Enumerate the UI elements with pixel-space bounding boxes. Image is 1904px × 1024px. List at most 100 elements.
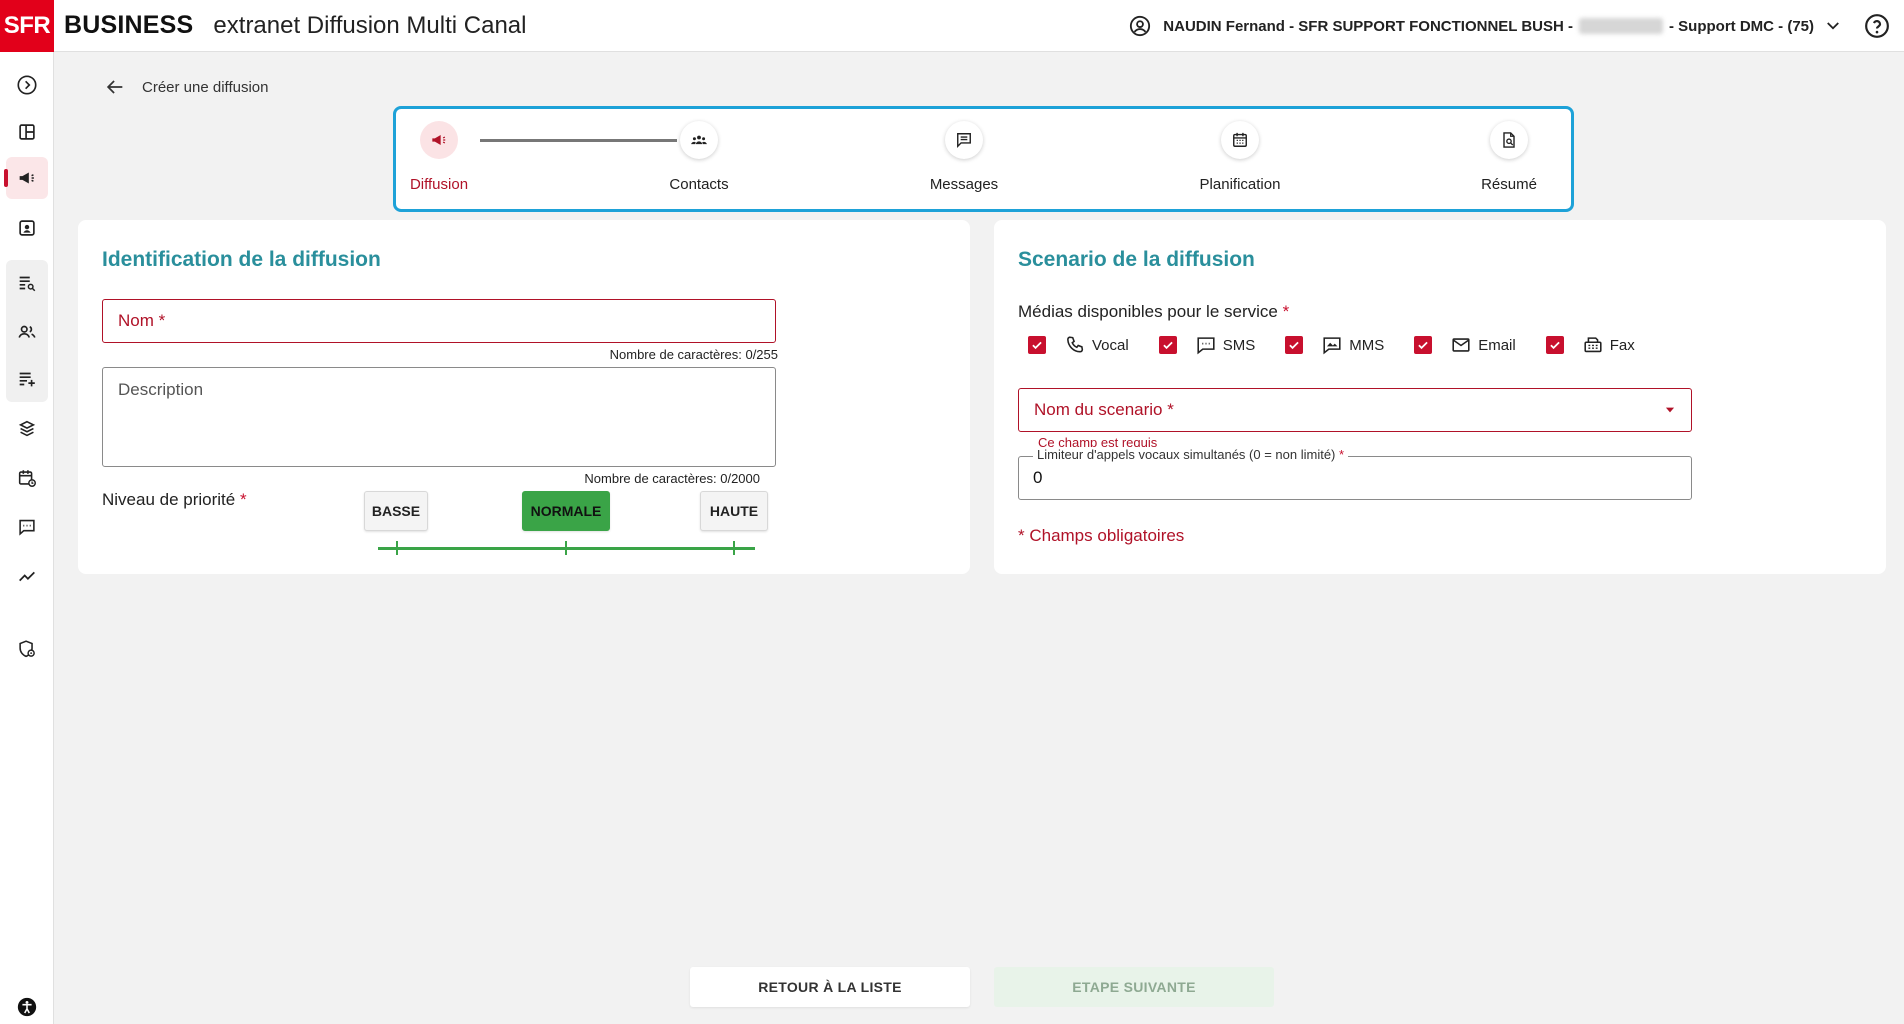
sidebar-item-list-search[interactable] bbox=[6, 262, 48, 304]
sfr-logo: SFR bbox=[0, 0, 54, 52]
voice-limit-label: Limiteur d'appels vocaux simultanés (0 =… bbox=[1033, 447, 1349, 462]
breadcrumb: Créer une diffusion bbox=[104, 76, 268, 98]
trending-up-icon bbox=[19, 571, 35, 582]
checkbox-checked-icon[interactable] bbox=[1158, 336, 1177, 354]
required-fields-note: * Champs obligatoires bbox=[1018, 526, 1185, 545]
calendar-clock-icon bbox=[18, 470, 36, 487]
step-label: Résumé bbox=[1481, 176, 1537, 193]
priority-haute-button[interactable]: HAUTE bbox=[700, 491, 768, 531]
sidebar-item-contacts-book[interactable] bbox=[6, 207, 48, 249]
chevron-down-icon bbox=[1827, 22, 1839, 30]
sms-icon bbox=[1197, 337, 1215, 355]
dashboard-icon bbox=[19, 124, 35, 140]
group-icon bbox=[680, 121, 718, 159]
help-icon[interactable] bbox=[1864, 13, 1890, 39]
fax-icon bbox=[1584, 337, 1602, 353]
sidebar-item-planning[interactable] bbox=[6, 457, 48, 499]
step-resume[interactable]: Résumé bbox=[1439, 121, 1579, 193]
back-to-list-button[interactable]: RETOUR À LA LISTE bbox=[690, 967, 970, 1007]
scenario-title: Scenario de la diffusion bbox=[1018, 248, 1255, 271]
next-step-button[interactable]: ETAPE SUIVANTE bbox=[994, 967, 1274, 1007]
step-label: Diffusion bbox=[409, 176, 469, 193]
scenario-select[interactable]: Nom du scenario * bbox=[1018, 388, 1692, 432]
checkbox-checked-icon[interactable] bbox=[1028, 336, 1046, 354]
sidebar-item-list-add[interactable] bbox=[6, 358, 48, 400]
blurred-identifier bbox=[1579, 18, 1664, 34]
media-label-text: Vocal bbox=[1092, 336, 1129, 354]
nom-input[interactable]: Nom * bbox=[102, 299, 776, 343]
sidebar-item-dashboard[interactable] bbox=[6, 111, 48, 153]
user-suffix: - Support DMC - (75) bbox=[1669, 17, 1814, 35]
sidebar-item-diffusions[interactable] bbox=[4, 157, 48, 199]
sidebar-item-templates[interactable] bbox=[6, 408, 48, 450]
sidebar-item-messages[interactable] bbox=[6, 506, 48, 548]
arrow-back-icon[interactable] bbox=[104, 76, 126, 98]
top-header: SFR BUSINESS extranet Diffusion Multi Ca… bbox=[0, 0, 1904, 52]
accessibility-icon bbox=[17, 997, 37, 1017]
user-circle-icon bbox=[1130, 15, 1151, 37]
user-menu[interactable]: NAUDIN Fernand - SFR SUPPORT FONCTIONNEL… bbox=[1129, 0, 1842, 52]
step-planification[interactable]: Planification bbox=[1170, 121, 1310, 193]
media-mms[interactable]: MMS bbox=[1285, 334, 1384, 356]
list-search-icon bbox=[19, 276, 36, 292]
media-email[interactable]: Email bbox=[1414, 334, 1516, 356]
megaphone-icon bbox=[420, 121, 458, 159]
media-label-text: SMS bbox=[1222, 336, 1256, 354]
priority-basse-button[interactable]: BASSE bbox=[364, 491, 428, 531]
box-stack-icon bbox=[18, 420, 36, 437]
step-label: Planification bbox=[1199, 176, 1281, 193]
phone-icon bbox=[1067, 336, 1084, 353]
dropdown-arrow-icon bbox=[1665, 407, 1675, 413]
calendar-icon bbox=[1221, 121, 1259, 159]
step-messages[interactable]: Messages bbox=[894, 121, 1034, 193]
sidebar-item-users[interactable] bbox=[6, 311, 48, 353]
email-icon bbox=[1452, 338, 1470, 352]
document-search-icon bbox=[1490, 121, 1528, 159]
user-name: NAUDIN Fernand - SFR SUPPORT FONCTIONNEL… bbox=[1163, 17, 1574, 35]
chat-icon bbox=[19, 519, 35, 536]
priority-normale-button[interactable]: NORMALE bbox=[522, 491, 610, 531]
media-label-text: MMS bbox=[1349, 336, 1385, 354]
voice-limit-input[interactable]: Limiteur d'appels vocaux simultanés (0 =… bbox=[1018, 447, 1692, 500]
stepper: Diffusion Contacts Messages Planificatio… bbox=[393, 106, 1574, 212]
contact-card-icon bbox=[19, 220, 35, 236]
message-icon bbox=[945, 121, 983, 159]
media-label: Médias disponibles pour le service * bbox=[1018, 302, 1290, 321]
users-icon bbox=[18, 325, 36, 338]
checkbox-checked-icon[interactable] bbox=[1414, 336, 1433, 354]
page-title: Créer une diffusion bbox=[142, 78, 269, 96]
description-placeholder: Description bbox=[118, 380, 204, 399]
step-contacts[interactable]: Contacts bbox=[629, 121, 769, 193]
scenario-placeholder: Nom du scenario * bbox=[1034, 400, 1174, 419]
checkbox-checked-icon[interactable] bbox=[1285, 336, 1304, 354]
description-counter: Nombre de caractères: 0/2000 bbox=[584, 471, 760, 486]
identification-title: Identification de la diffusion bbox=[102, 248, 381, 271]
business-logo-text: BUSINESS bbox=[64, 11, 194, 39]
nom-counter: Nombre de caractères: 0/255 bbox=[609, 347, 778, 362]
playlist-add-icon bbox=[19, 372, 35, 387]
sidebar-item-admin-security[interactable] bbox=[6, 628, 48, 670]
nom-placeholder: Nom * bbox=[118, 311, 166, 330]
media-label-text: Fax bbox=[1609, 336, 1635, 354]
voice-limit-value: 0 bbox=[1033, 468, 1043, 487]
priority-slider-tick bbox=[396, 541, 398, 555]
media-sms[interactable]: SMS bbox=[1158, 334, 1256, 356]
media-label-text: Email bbox=[1478, 336, 1516, 354]
media-checkbox-row: Vocal SMS MMS Email Fax bbox=[1028, 334, 1665, 356]
step-diffusion[interactable]: Diffusion bbox=[369, 121, 509, 193]
sidebar-item-statistics[interactable] bbox=[6, 555, 48, 597]
description-textarea[interactable]: Description bbox=[102, 367, 776, 467]
media-vocal[interactable]: Vocal bbox=[1028, 334, 1129, 356]
megaphone-icon bbox=[19, 172, 34, 184]
sidebar-item-accessibility[interactable] bbox=[6, 986, 48, 1024]
sidebar bbox=[0, 52, 54, 1024]
mms-icon bbox=[1323, 337, 1341, 355]
chevron-right-circle-icon bbox=[17, 75, 37, 95]
identification-card: Identification de la diffusion Nom * Nom… bbox=[78, 220, 970, 574]
checkbox-checked-icon[interactable] bbox=[1545, 336, 1564, 354]
priority-label: Niveau de priorité * bbox=[102, 490, 247, 509]
sidebar-expand-button[interactable] bbox=[6, 64, 48, 106]
priority-slider-tick bbox=[565, 541, 567, 555]
media-fax[interactable]: Fax bbox=[1545, 334, 1635, 356]
priority-slider-tick bbox=[733, 541, 735, 555]
